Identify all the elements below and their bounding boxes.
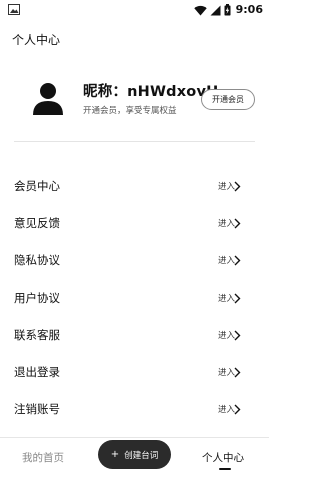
chevron-right-icon [234, 330, 241, 341]
divider [14, 141, 255, 142]
menu-item-customer-service[interactable]: 联系客服 进入 [0, 321, 269, 349]
menu-item-feedback[interactable]: 意见反馈 进入 [0, 209, 269, 237]
create-lines-label: 创建台词 [124, 450, 159, 461]
chevron-right-icon [234, 218, 241, 229]
chevron-right-icon [234, 181, 241, 192]
chevron-right-icon [234, 293, 241, 304]
battery-charging-icon [224, 4, 231, 16]
menu-item-member-center[interactable]: 会员中心 进入 [0, 172, 269, 200]
signal-icon [210, 5, 221, 15]
open-membership-button[interactable]: 开通会员 [201, 89, 255, 110]
menu-item-logout[interactable]: 退出登录 进入 [0, 358, 269, 386]
user-avatar-icon [33, 83, 63, 115]
menu-item-label: 用户协议 [14, 291, 60, 305]
menu-item-label: 会员中心 [14, 179, 60, 193]
chevron-right-icon [234, 367, 241, 378]
menu-item-label: 退出登录 [14, 365, 60, 379]
image-icon [8, 4, 20, 15]
nickname: 昵称：nHWdxovH [83, 84, 219, 100]
page-title: 个人中心 [12, 33, 61, 47]
menu-item-label: 联系客服 [14, 328, 60, 342]
status-icons: 9:06 [193, 2, 263, 18]
chevron-right-icon [234, 255, 241, 266]
menu-item-privacy-policy[interactable]: 隐私协议 进入 [0, 246, 269, 274]
status-time: 9:06 [235, 3, 263, 16]
menu-item-user-agreement[interactable]: 用户协议 进入 [0, 284, 269, 312]
tab-home[interactable]: 我的首页 [22, 450, 64, 465]
menu-item-label: 隐私协议 [14, 253, 60, 267]
tab-bar-divider [0, 437, 269, 438]
active-tab-indicator [219, 468, 231, 470]
plus-icon: + [110, 448, 120, 460]
membership-subtitle: 开通会员，享受专属权益 [83, 106, 177, 116]
status-bar: 9:06 [0, 0, 269, 20]
menu-item-delete-account[interactable]: 注销账号 进入 [0, 395, 269, 423]
create-lines-button[interactable]: + 创建台词 [98, 440, 171, 469]
menu-item-label: 注销账号 [14, 402, 60, 416]
menu-item-label: 意见反馈 [14, 216, 60, 230]
wifi-icon [193, 5, 207, 15]
chevron-right-icon [234, 404, 241, 415]
tab-profile[interactable]: 个人中心 [202, 450, 244, 465]
